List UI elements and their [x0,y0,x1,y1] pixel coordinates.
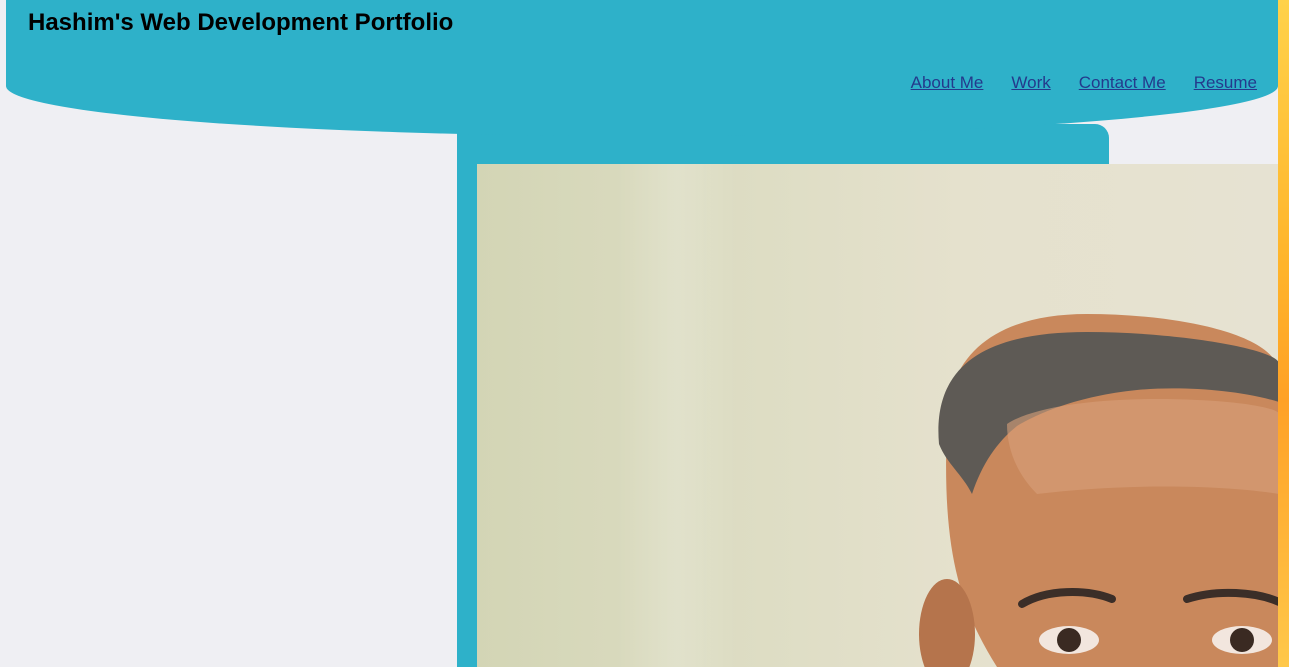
page: Hashim's Web Development Portfolio About… [0,0,1289,667]
forehead-highlight [1007,399,1279,494]
portrait-illustration [919,314,1279,667]
nav-link-about-me[interactable]: About Me [911,73,984,93]
nav-link-contact-me[interactable]: Contact Me [1079,73,1166,93]
nav-link-resume[interactable]: Resume [1194,73,1257,93]
accent-scroll-strip [1278,0,1289,667]
main-nav: About Me Work Contact Me Resume [911,73,1257,93]
nav-link-work[interactable]: Work [1011,73,1050,93]
right-eye-iris [1230,628,1254,652]
site-header: Hashim's Web Development Portfolio About… [6,0,1278,136]
site-title: Hashim's Web Development Portfolio [28,9,454,36]
profile-photo [477,164,1279,667]
left-eye-iris [1057,628,1081,652]
